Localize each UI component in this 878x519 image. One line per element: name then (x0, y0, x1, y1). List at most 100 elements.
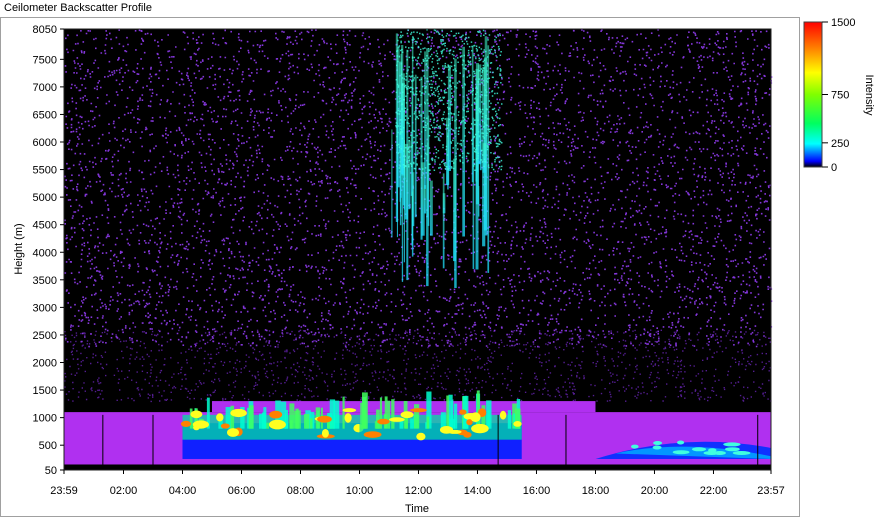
x-axis-label: Time (405, 503, 429, 515)
midday-plume-streak (410, 418, 414, 429)
midday-plume-streak (426, 416, 430, 429)
y-tick-label: 6500 (33, 109, 57, 121)
x-tick-label: 06:00 (228, 485, 256, 497)
y-tick-label: 4000 (33, 247, 57, 259)
x-tick-label: 18:00 (582, 485, 610, 497)
x-tick-label: 10:00 (346, 485, 374, 497)
midday-plume-streak (360, 402, 364, 429)
cirrus-streak (426, 48, 429, 287)
midday-plume-hotspot (470, 412, 481, 423)
midday-plume-hotspot (400, 411, 414, 419)
evening-layer-spot (672, 450, 690, 455)
evening-layer-spot (732, 451, 751, 455)
morning-plume-hotspot (192, 420, 209, 429)
colorbar-tick-label: 0 (831, 162, 837, 174)
morning-plume-hotspot (342, 408, 357, 413)
evening-layer-spot (691, 447, 707, 452)
midday-plume-hotspot (410, 408, 427, 413)
x-tick-label: 23:59 (50, 485, 78, 497)
x-axis: 23:59 02:00 04:00 06:00 08:00 10:00 12:00 14:00… (50, 470, 785, 497)
colorbar: 1500 750 250 0 Intensity (803, 17, 875, 174)
morning-plume-hotspot (321, 429, 329, 438)
cirrus-streak (408, 140, 411, 210)
ground-gap (64, 464, 771, 470)
colorbar-label: Intensity (863, 75, 875, 116)
colorbar-scale (803, 21, 823, 168)
y-tick-label: 8050 (33, 24, 57, 36)
x-tick-label: 12:00 (405, 485, 433, 497)
y-axis-label: Height (m) (13, 223, 25, 274)
midday-plume-hotspot (499, 410, 507, 420)
x-tick-label: 02:00 (110, 485, 138, 497)
cirrus-streak (471, 45, 474, 183)
y-tick-label: 50 (45, 465, 57, 477)
y-axis: 50 500 1000 1500 2000 2500 3000 3500 4000 4500 500… (33, 24, 64, 477)
midday-plume-hotspot (471, 423, 489, 434)
cirrus-streak (414, 74, 417, 218)
midday-plume (359, 414, 522, 440)
y-tick-label: 3000 (33, 302, 57, 314)
y-tick-label: 2000 (33, 358, 57, 370)
morning-plume-streak (342, 396, 345, 429)
y-tick-label: 500 (39, 440, 57, 452)
midday-plume-streak (446, 395, 449, 429)
colorbar-tick-label: 250 (831, 138, 849, 150)
cirrus-streak (404, 143, 409, 220)
morning-plume-streak (230, 405, 235, 429)
y-tick-label: 7500 (33, 54, 57, 66)
morning-plume-streak (304, 414, 310, 429)
midday-plume-hotspot (389, 417, 405, 422)
colorbar-tick-label: 1500 (831, 17, 855, 29)
midday-plume-streak (507, 410, 512, 429)
midday-plume-streak (487, 410, 491, 429)
morning-plume-hotspot (220, 423, 230, 429)
morning-plume-streak (294, 410, 298, 429)
midday-plume-hotspot (377, 418, 390, 425)
morning-plume-streak (289, 420, 293, 429)
evening-layer-spot (723, 442, 741, 447)
evening-layer-spot (631, 444, 639, 449)
y-tick-label: 2500 (33, 330, 57, 342)
cirrus-streak (396, 48, 400, 188)
y-tick-label: 5500 (33, 165, 57, 177)
x-tick-label: 16:00 (523, 485, 551, 497)
midday-plume-streak (399, 420, 404, 429)
morning-plume-streak (329, 399, 336, 429)
y-tick-label: 5000 (33, 192, 57, 204)
midday-plume-streak (376, 409, 380, 429)
x-tick-label: 23:57 (757, 485, 785, 497)
cirrus-streak (453, 158, 456, 262)
cirrus-streak (424, 185, 427, 214)
morning-plume-hotspot (227, 428, 239, 437)
cirrus-streak (391, 129, 393, 238)
y-tick-label: 7000 (33, 82, 57, 94)
morning-plume-hotspot (230, 408, 247, 418)
cirrus-streak (442, 173, 445, 269)
backscatter-chart: 5050010001500200025003000350040004500500… (13, 17, 875, 515)
midday-plume-hotspot (459, 409, 467, 415)
x-tick-label: 20:00 (641, 485, 669, 497)
evening-layer-spot (708, 448, 717, 453)
evening-layer-spot (677, 440, 685, 445)
morning-plume-hotspot (190, 410, 203, 419)
midday-plume-streak (387, 400, 391, 429)
morning-plume-hotspot (180, 420, 192, 427)
evening-layer-spot (653, 441, 663, 445)
morning-plume-streak (248, 405, 254, 429)
midday-plume-hotspot (447, 429, 462, 434)
morning-plume-hotspot (269, 410, 283, 419)
midday-plume-hotspot (363, 431, 382, 438)
colorbar-ticks: 1500 750 250 0 (822, 17, 855, 174)
morning-plume-hotspot (344, 413, 352, 423)
colorbar-tick-label: 750 (831, 90, 849, 102)
y-tick-label: 6000 (33, 137, 57, 149)
morning-plume-streak (263, 407, 267, 429)
cirrus-streak (430, 180, 433, 236)
cirrus-streak (462, 46, 465, 237)
cirrus-streak (482, 143, 486, 173)
y-tick-label: 3500 (33, 275, 57, 287)
x-tick-label: 08:00 (287, 485, 315, 497)
evening-layer-spot (652, 445, 662, 450)
x-tick-label: 22:00 (700, 485, 728, 497)
midday-plume-hotspot (463, 431, 472, 438)
